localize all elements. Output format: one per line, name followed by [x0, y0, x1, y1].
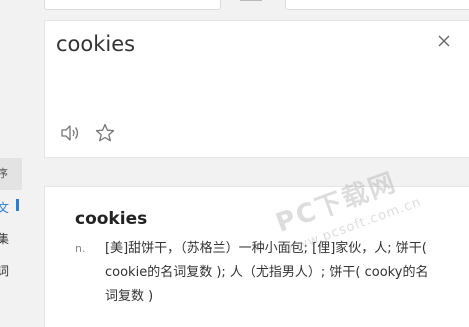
close-icon[interactable]: [436, 33, 452, 49]
sidebar-item[interactable]: 词: [0, 262, 10, 279]
definition-text: [美]甜饼干，（苏格兰）一种小面包; [俚]家伙，人; 饼干( cookie的名…: [105, 241, 429, 304]
sidebar-tab[interactable]: 序: [0, 158, 22, 190]
sidebar-item[interactable]: 集: [0, 230, 10, 247]
source-language-select[interactable]: [44, 0, 221, 10]
result-panel: cookies n. [美]甜饼干，（苏格兰）一种小面包; [俚]家伙，人; 饼…: [44, 186, 469, 327]
headword: cookies: [75, 209, 148, 229]
part-of-speech: n.: [75, 242, 86, 255]
sidebar-item-active[interactable]: 文: [0, 199, 10, 216]
active-marker: [16, 199, 19, 211]
star-icon[interactable]: [94, 122, 116, 144]
translation-input-panel[interactable]: cookies: [44, 20, 469, 158]
swap-language-icon[interactable]: [236, 0, 266, 4]
speaker-icon[interactable]: [59, 122, 81, 144]
query-text[interactable]: cookies: [56, 32, 135, 56]
target-language-select[interactable]: [285, 0, 469, 10]
